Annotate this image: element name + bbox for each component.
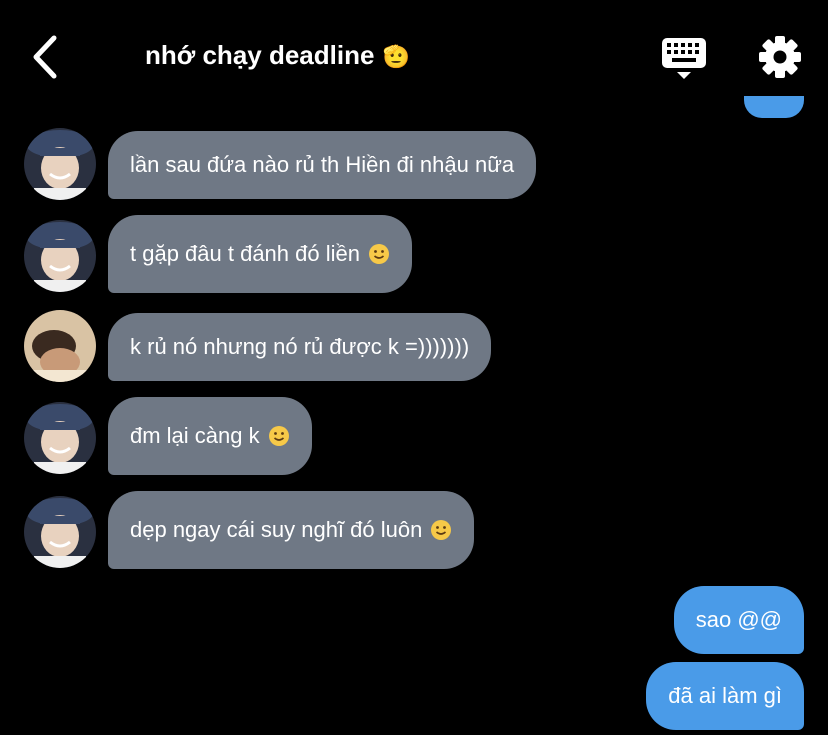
- incoming-message-bubble[interactable]: lần sau đứa nào rủ th Hiền đi nhậu nữa: [108, 131, 537, 199]
- slightly-smiling-face-icon: [268, 425, 290, 447]
- gear-icon: [759, 36, 801, 78]
- settings-button[interactable]: [758, 35, 802, 79]
- incoming-message-bubble[interactable]: k rủ nó nhưng nó rủ được k =))))))): [108, 313, 492, 381]
- avatar[interactable]: [24, 402, 96, 474]
- avatar-bucket-hat-image: [24, 128, 96, 200]
- slightly-smiling-face-icon: [368, 243, 390, 265]
- avatar-bucket-hat-image: [24, 402, 96, 474]
- avatar[interactable]: [24, 220, 96, 292]
- outgoing-message-bubble[interactable]: sao @@: [673, 586, 804, 654]
- incoming-message-bubble[interactable]: đm lại càng k: [108, 397, 312, 475]
- chat-title[interactable]: nhớ chạy deadline 🫡: [145, 40, 410, 71]
- avatar[interactable]: [24, 310, 96, 382]
- message-text: t gặp đâu t đánh đó liền: [130, 241, 360, 266]
- avatar[interactable]: [24, 496, 96, 568]
- message-text: lần sau đứa nào rủ th Hiền đi nhậu nữa: [130, 152, 515, 177]
- message-text: sao @@: [695, 607, 782, 632]
- message-text: đm lại càng k: [130, 423, 260, 448]
- incoming-message-bubble[interactable]: dẹp ngay cái suy nghĩ đó luôn: [108, 491, 475, 569]
- message-text: k rủ nó nhưng nó rủ được k =))))))): [130, 334, 470, 359]
- previous-message-bubble-tail: [744, 96, 804, 118]
- keyboard-button[interactable]: [660, 36, 708, 80]
- incoming-message-bubble[interactable]: t gặp đâu t đánh đó liền: [108, 215, 412, 293]
- avatar[interactable]: [24, 128, 96, 200]
- message-text: dẹp ngay cái suy nghĩ đó luôn: [130, 517, 423, 542]
- outgoing-message-bubble[interactable]: đã ai làm gì: [646, 662, 804, 730]
- avatar-bucket-hat-image: [24, 496, 96, 568]
- back-button[interactable]: [28, 34, 68, 80]
- chevron-left-icon: [33, 35, 57, 79]
- message-text: đã ai làm gì: [668, 683, 782, 708]
- avatar-bucket-hat-image: [24, 220, 96, 292]
- keyboard-icon: [662, 38, 706, 79]
- chat-header: nhớ chạy deadline 🫡: [0, 0, 828, 112]
- chat-title-text: nhớ chạy deadline: [145, 40, 375, 70]
- slightly-smiling-face-icon: [430, 519, 452, 541]
- avatar-lying-down-image: [24, 310, 96, 382]
- saluting-face-icon: 🫡: [382, 44, 410, 69]
